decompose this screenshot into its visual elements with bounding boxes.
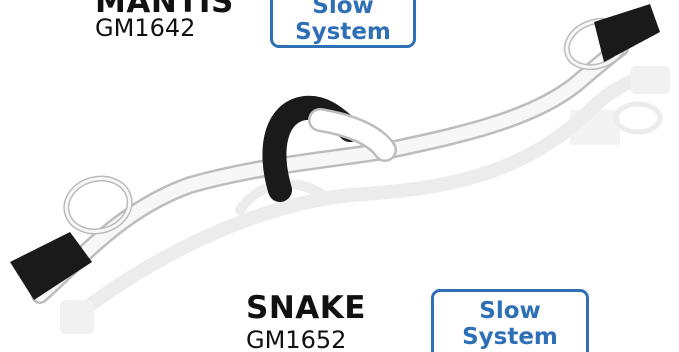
- slow-system-badge-mantis: Slow System: [270, 0, 416, 48]
- product-code-snake: GM1652: [246, 326, 347, 352]
- slow-system-badge-snake: Slow System: [431, 289, 589, 352]
- product-code-mantis: GM1642: [95, 14, 196, 42]
- badge-line2: System: [462, 324, 558, 350]
- badge-line1: Slow: [479, 298, 541, 324]
- badge-line1: Slow: [312, 0, 374, 19]
- badge-line2: System: [295, 19, 391, 45]
- product-showcase: MANTIS GM1642 Slow System SNAKE GM1652 S…: [0, 0, 679, 352]
- product-name-snake: SNAKE: [246, 290, 366, 326]
